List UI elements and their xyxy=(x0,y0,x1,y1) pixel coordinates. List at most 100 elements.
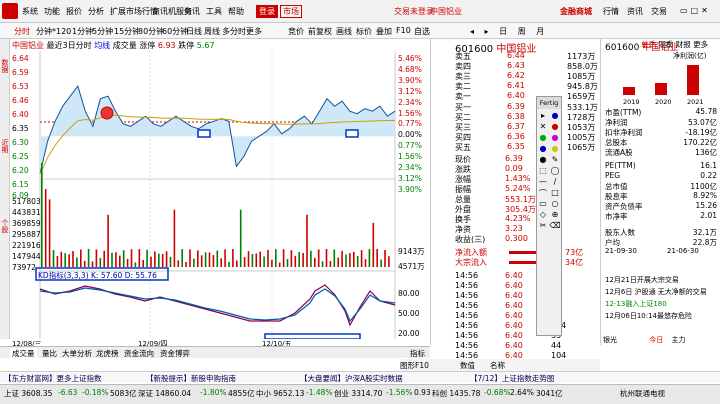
period-15min[interactable]: 15分钟 xyxy=(114,26,140,37)
intraday-chart[interactable]: 中国铝业 最近3日分时 均线 成交量 涨停 6.93 跌停 5.67 6.64 … xyxy=(10,39,430,339)
menu-help[interactable]: 帮助 xyxy=(228,6,244,17)
menu-system[interactable]: 系统 xyxy=(22,6,38,17)
tab-f10-chart[interactable]: 图形F10 xyxy=(400,360,429,371)
tool-f10[interactable]: F10 xyxy=(396,26,411,35)
tab-same-quarter[interactable]: 同季 xyxy=(658,40,673,49)
tab-fund-game[interactable]: 资金博弈 xyxy=(160,348,190,359)
price-tick: 6.64 xyxy=(12,54,29,63)
draw-tool-icon[interactable]: ⊕ xyxy=(549,210,561,221)
draw-tool-icon[interactable]: ✎ xyxy=(549,155,561,166)
draw-tool-icon[interactable]: ✕ xyxy=(537,122,549,133)
draw-tool-icon[interactable]: ⌒ xyxy=(537,188,549,199)
sme-index[interactable]: 中小 9652.13 xyxy=(256,388,304,399)
period-more[interactable]: 更多 xyxy=(246,26,262,37)
draw-tool-icon[interactable]: ○ xyxy=(549,199,561,210)
period-30min[interactable]: 30分钟 xyxy=(138,26,164,37)
login-button[interactable]: 登录 xyxy=(256,5,278,18)
period-intraday[interactable]: 分时 xyxy=(14,26,30,37)
bottom-tab-main[interactable]: 主力 xyxy=(671,336,685,344)
ask-row[interactable]: 卖五 6.44 1173万 xyxy=(433,51,595,61)
stock-news-item[interactable]: 12-13融入上证180 xyxy=(605,299,719,309)
tool-label[interactable]: 标价 xyxy=(356,26,372,37)
draw-tool-icon[interactable]: ● xyxy=(537,155,549,166)
news-item[interactable]: 【7/12】上证指数走势图 xyxy=(470,373,554,384)
draw-tool-icon[interactable]: ● xyxy=(549,111,561,122)
draw-tool-icon[interactable]: ● xyxy=(537,144,549,155)
menu-function[interactable]: 功能 xyxy=(44,6,60,17)
stock-news-item[interactable]: 12月06日10:14最悠存危险 xyxy=(605,311,719,321)
period-60min[interactable]: 60分钟 xyxy=(162,26,188,37)
draw-tool-icon[interactable]: ⌫ xyxy=(549,221,561,232)
ask-row[interactable]: 卖四 6.43 858.0万 xyxy=(433,61,598,71)
tab-quarter[interactable]: 单季 xyxy=(641,40,656,49)
draw-tool-icon[interactable]: ◯ xyxy=(549,166,561,177)
draw-tool-icon[interactable]: ● xyxy=(549,133,561,144)
tab-more[interactable]: 更多 xyxy=(693,40,708,49)
tab-big-order[interactable]: 大单分析 xyxy=(62,348,92,359)
period-day[interactable]: 日线 xyxy=(186,26,202,37)
window-controls-icon[interactable]: ▭□✕ xyxy=(680,6,711,15)
side-tab-stock[interactable]: 个股 xyxy=(1,219,9,259)
tab-volume[interactable]: 成交量 xyxy=(10,348,37,359)
draw-tool-icon[interactable]: ● xyxy=(537,133,549,144)
market-button[interactable]: 市场 xyxy=(280,5,302,18)
tab-fund-flow[interactable]: 资金流向 xyxy=(124,348,154,359)
period-5min[interactable]: 5分钟 xyxy=(92,26,113,37)
tool-watchlist[interactable]: 自选 xyxy=(414,26,430,37)
tab-dragon-tiger[interactable]: 龙虎榜 xyxy=(96,348,119,359)
bottom-tab-silver[interactable]: 银光 xyxy=(603,336,617,344)
period-min120[interactable]: 分钟*120 xyxy=(36,26,71,37)
tool-auction[interactable]: 竞价 xyxy=(288,26,304,37)
chinext-index[interactable]: 创业 3314.70 xyxy=(334,388,382,399)
ask-row[interactable]: 卖二 6.41 945.8万 xyxy=(433,81,598,91)
draw-tool-icon[interactable]: ✂ xyxy=(537,221,549,232)
draw-tool-icon[interactable]: □ xyxy=(549,188,561,199)
tab-names[interactable]: 名称 xyxy=(490,360,505,371)
tools-title[interactable]: Fertig xyxy=(537,97,561,109)
draw-tool-icon[interactable]: ▸ xyxy=(537,111,549,122)
sh-index[interactable]: 上证 3608.35 xyxy=(4,388,52,399)
period-1min[interactable]: 1分钟 xyxy=(72,26,93,37)
draw-tool-icon[interactable]: — xyxy=(537,177,549,188)
menu-tools[interactable]: 工具 xyxy=(206,6,222,17)
stock-news-item[interactable]: 12月21日开展大宗交易 xyxy=(605,275,719,285)
side-tab-recent[interactable]: 近期 xyxy=(1,139,9,179)
brand-link[interactable]: 金融商城 xyxy=(560,6,592,17)
period-week[interactable]: 周线 xyxy=(204,26,220,37)
side-tab-data[interactable]: 数据 xyxy=(1,59,9,99)
sz-index[interactable]: 深证 14860.04 xyxy=(138,388,191,399)
star-index[interactable]: 科创 1435.78 xyxy=(432,388,480,399)
news-item[interactable]: 【新股提示】新股申购指南 xyxy=(146,373,236,384)
draw-tool-icon[interactable]: ▭ xyxy=(537,199,549,210)
draw-tool-icon[interactable]: ◇ xyxy=(537,210,549,221)
draw-tool-icon[interactable]: ∕ xyxy=(549,177,561,188)
bottom-tab-today[interactable]: 今日 xyxy=(649,336,663,344)
ask-row[interactable]: 卖三 6.42 1085万 xyxy=(433,71,595,81)
login-tip[interactable]: 交易未登录 xyxy=(394,6,434,17)
tool-adjust[interactable]: 前复权 xyxy=(308,26,332,37)
tab-report[interactable]: 财报 xyxy=(676,40,691,49)
tool-overlay[interactable]: 叠加 xyxy=(376,26,392,37)
tab-indicator[interactable]: 指标 xyxy=(410,348,425,359)
tool-draw[interactable]: 画线 xyxy=(336,26,352,37)
top-tab-trade[interactable]: 交易 xyxy=(651,6,667,17)
tab-values[interactable]: 数值 xyxy=(460,360,475,371)
news-item[interactable]: 【大盘要闻】沪深A股实时数据 xyxy=(300,373,403,384)
tab-volume-ratio[interactable]: 量比 xyxy=(42,348,57,359)
draw-tool-icon[interactable]: ● xyxy=(549,122,561,133)
kd-indicator-label[interactable]: KD指标(3,3,3) K: 57.60 D: 55.76 xyxy=(38,270,157,281)
draw-tool-icon[interactable]: ⬚ xyxy=(537,166,549,177)
trade-time: 14:56 xyxy=(455,281,479,290)
top-tab-info[interactable]: 资讯 xyxy=(627,6,643,17)
stock-news-item[interactable]: 12月6日 沪股通 无大净额的交易 xyxy=(605,287,719,297)
star-pct: -0.68% xyxy=(484,388,511,397)
top-tab-quote[interactable]: 行情 xyxy=(603,6,619,17)
menu-analysis[interactable]: 分析 xyxy=(88,6,104,17)
period-multi[interactable]: 多分时 xyxy=(222,26,246,37)
menu-info[interactable]: 资讯 xyxy=(184,6,200,17)
menu-quote[interactable]: 报价 xyxy=(66,6,82,17)
tool-icons[interactable]: ◂ ▸ 日 周 月 xyxy=(470,26,548,37)
menu-extended-market[interactable]: 扩展市场行情 xyxy=(110,6,158,17)
news-item[interactable]: 【东方财富网】更多上证指数 xyxy=(4,373,102,384)
draw-tool-icon[interactable]: ● xyxy=(549,144,561,155)
